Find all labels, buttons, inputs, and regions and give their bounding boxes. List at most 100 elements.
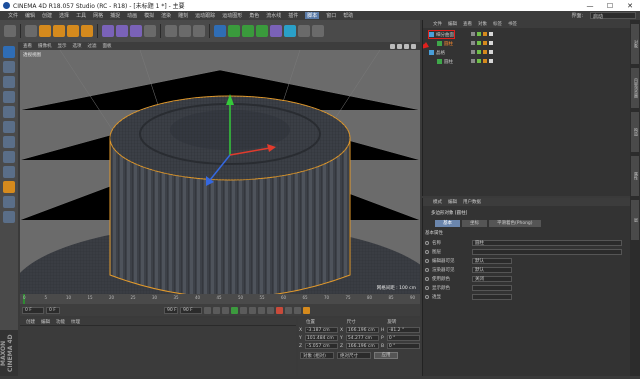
- menu-item-6[interactable]: 捕捉: [110, 12, 120, 19]
- points-mode-icon[interactable]: [3, 106, 15, 118]
- maximize-view-icon[interactable]: [411, 43, 416, 49]
- next-key-button[interactable]: [249, 306, 256, 314]
- grid-icon[interactable]: [3, 211, 15, 223]
- menu-item-16[interactable]: 脚本: [305, 12, 320, 19]
- rotation-field[interactable]: 0 °: [386, 343, 420, 349]
- menu-item-7[interactable]: 动画: [127, 12, 137, 19]
- position-field[interactable]: -3.187 cm: [304, 327, 338, 333]
- material-tag-icon[interactable]: [489, 59, 493, 63]
- material-menu-item[interactable]: 创建: [26, 319, 35, 325]
- prev-key-button[interactable]: [213, 306, 220, 314]
- layout-select[interactable]: 启动: [590, 12, 636, 20]
- menu-item-10[interactable]: 雕刻: [178, 12, 188, 19]
- dock-tab[interactable]: 对象: [631, 24, 639, 64]
- current-frame-field[interactable]: 0 F: [46, 306, 60, 314]
- viewport-menu-item[interactable]: 显示: [58, 43, 67, 49]
- animate-toggle-icon[interactable]: [425, 258, 429, 263]
- workplane-icon[interactable]: [3, 91, 15, 103]
- deformer-icon[interactable]: [270, 25, 282, 37]
- viewport-menu-item[interactable]: 摄像机: [38, 43, 52, 49]
- animate-toggle-icon[interactable]: [425, 285, 429, 290]
- checkmark-icon[interactable]: [477, 50, 481, 54]
- viewport-menu-item[interactable]: 查看: [23, 43, 32, 49]
- light-icon[interactable]: [312, 25, 324, 37]
- attribute-value[interactable]: 默认: [472, 266, 512, 273]
- camera-icon[interactable]: [298, 25, 310, 37]
- key-button[interactable]: [285, 306, 292, 314]
- dock-tab[interactable]: 构造: [631, 112, 639, 152]
- goto-start-button[interactable]: [204, 306, 211, 314]
- animate-toggle-icon[interactable]: [425, 276, 429, 281]
- zoom-view-icon[interactable]: [397, 43, 402, 49]
- polygons-mode-icon[interactable]: [3, 136, 15, 148]
- checkmark-icon[interactable]: [477, 59, 481, 63]
- checkmark-icon[interactable]: [477, 41, 481, 45]
- material-menu-item[interactable]: 纹理: [71, 319, 80, 325]
- material-tag-icon[interactable]: [489, 32, 493, 36]
- loop-button[interactable]: [267, 306, 274, 314]
- material-menu-item[interactable]: 功能: [56, 319, 65, 325]
- menu-item-13[interactable]: 角色: [249, 12, 259, 19]
- attribute-value[interactable]: [472, 293, 512, 300]
- recent-tool-icon[interactable]: [81, 25, 93, 37]
- phong-tag-icon[interactable]: [483, 59, 487, 63]
- object-row[interactable]: 细分曲面: [428, 30, 455, 39]
- tweak-mode-icon[interactable]: [3, 166, 15, 178]
- max-frame-field[interactable]: 90 F: [180, 306, 202, 314]
- phong-tag-icon[interactable]: [483, 50, 487, 54]
- end-frame-field[interactable]: 90 F: [164, 306, 178, 314]
- visibility-dot-icon[interactable]: [471, 32, 475, 36]
- material-menu-item[interactable]: 编辑: [41, 319, 50, 325]
- attribute-tab[interactable]: 坐标: [462, 220, 487, 227]
- menu-item-0[interactable]: 文件: [8, 12, 18, 19]
- rotate-view-icon[interactable]: [404, 43, 409, 49]
- goto-end-button[interactable]: [258, 306, 265, 314]
- edges-mode-icon[interactable]: [3, 121, 15, 133]
- attribute-menu-item[interactable]: 编辑: [448, 199, 457, 205]
- material-tag-icon[interactable]: [489, 41, 493, 45]
- menu-item-3[interactable]: 选择: [59, 12, 69, 19]
- menu-item-2[interactable]: 创建: [42, 12, 52, 19]
- dock-tab[interactable]: 层: [631, 200, 639, 240]
- render-picture-icon[interactable]: [179, 25, 191, 37]
- size-field[interactable]: 166.196 cm: [345, 327, 379, 333]
- maximize-button[interactable]: ☐: [600, 2, 620, 10]
- record-button[interactable]: [276, 306, 283, 314]
- object-row[interactable]: 圆柱: [437, 40, 453, 47]
- animate-toggle-icon[interactable]: [425, 294, 429, 299]
- size-field[interactable]: 54.277 cm: [345, 335, 379, 341]
- rotate-icon[interactable]: [67, 25, 79, 37]
- viewport-menu-item[interactable]: 过滤: [88, 43, 97, 49]
- attribute-value[interactable]: 关闭: [472, 275, 512, 282]
- pen-icon[interactable]: [228, 25, 240, 37]
- render-settings-icon[interactable]: [193, 25, 205, 37]
- undo-icon[interactable]: [4, 25, 16, 37]
- subdivision-icon[interactable]: [242, 25, 254, 37]
- attribute-value[interactable]: [472, 284, 512, 291]
- prev-frame-button[interactable]: [222, 306, 229, 314]
- texture-mode-icon[interactable]: [3, 76, 15, 88]
- menu-item-17[interactable]: 窗口: [326, 12, 336, 19]
- x-axis-lock-icon[interactable]: [102, 25, 114, 37]
- make-editable-icon[interactable]: [3, 46, 15, 58]
- dock-tab[interactable]: 属性: [631, 156, 639, 196]
- menu-item-5[interactable]: 网格: [93, 12, 103, 19]
- play-button[interactable]: [231, 306, 238, 314]
- object-row[interactable]: 晶格: [429, 49, 445, 56]
- coord-mode-select[interactable]: 对象 (相对): [300, 352, 334, 359]
- menu-item-11[interactable]: 运动跟踪: [195, 12, 215, 19]
- visibility-dot-icon[interactable]: [471, 50, 475, 54]
- visibility-dot-icon[interactable]: [471, 59, 475, 63]
- menu-item-8[interactable]: 模拟: [144, 12, 154, 19]
- rotation-field[interactable]: -81.2 °: [386, 327, 420, 333]
- animate-toggle-icon[interactable]: [425, 249, 429, 254]
- object-row[interactable]: 圆柱: [437, 58, 453, 65]
- world-coords-icon[interactable]: [144, 25, 156, 37]
- phong-tag-icon[interactable]: [483, 32, 487, 36]
- attribute-value[interactable]: 默认: [472, 257, 512, 264]
- menu-item-12[interactable]: 运动图形: [222, 12, 242, 19]
- viewport-scene[interactable]: [20, 50, 420, 294]
- render-view-icon[interactable]: [165, 25, 177, 37]
- rotation-field[interactable]: 0 °: [386, 335, 420, 341]
- minimize-button[interactable]: —: [580, 2, 600, 10]
